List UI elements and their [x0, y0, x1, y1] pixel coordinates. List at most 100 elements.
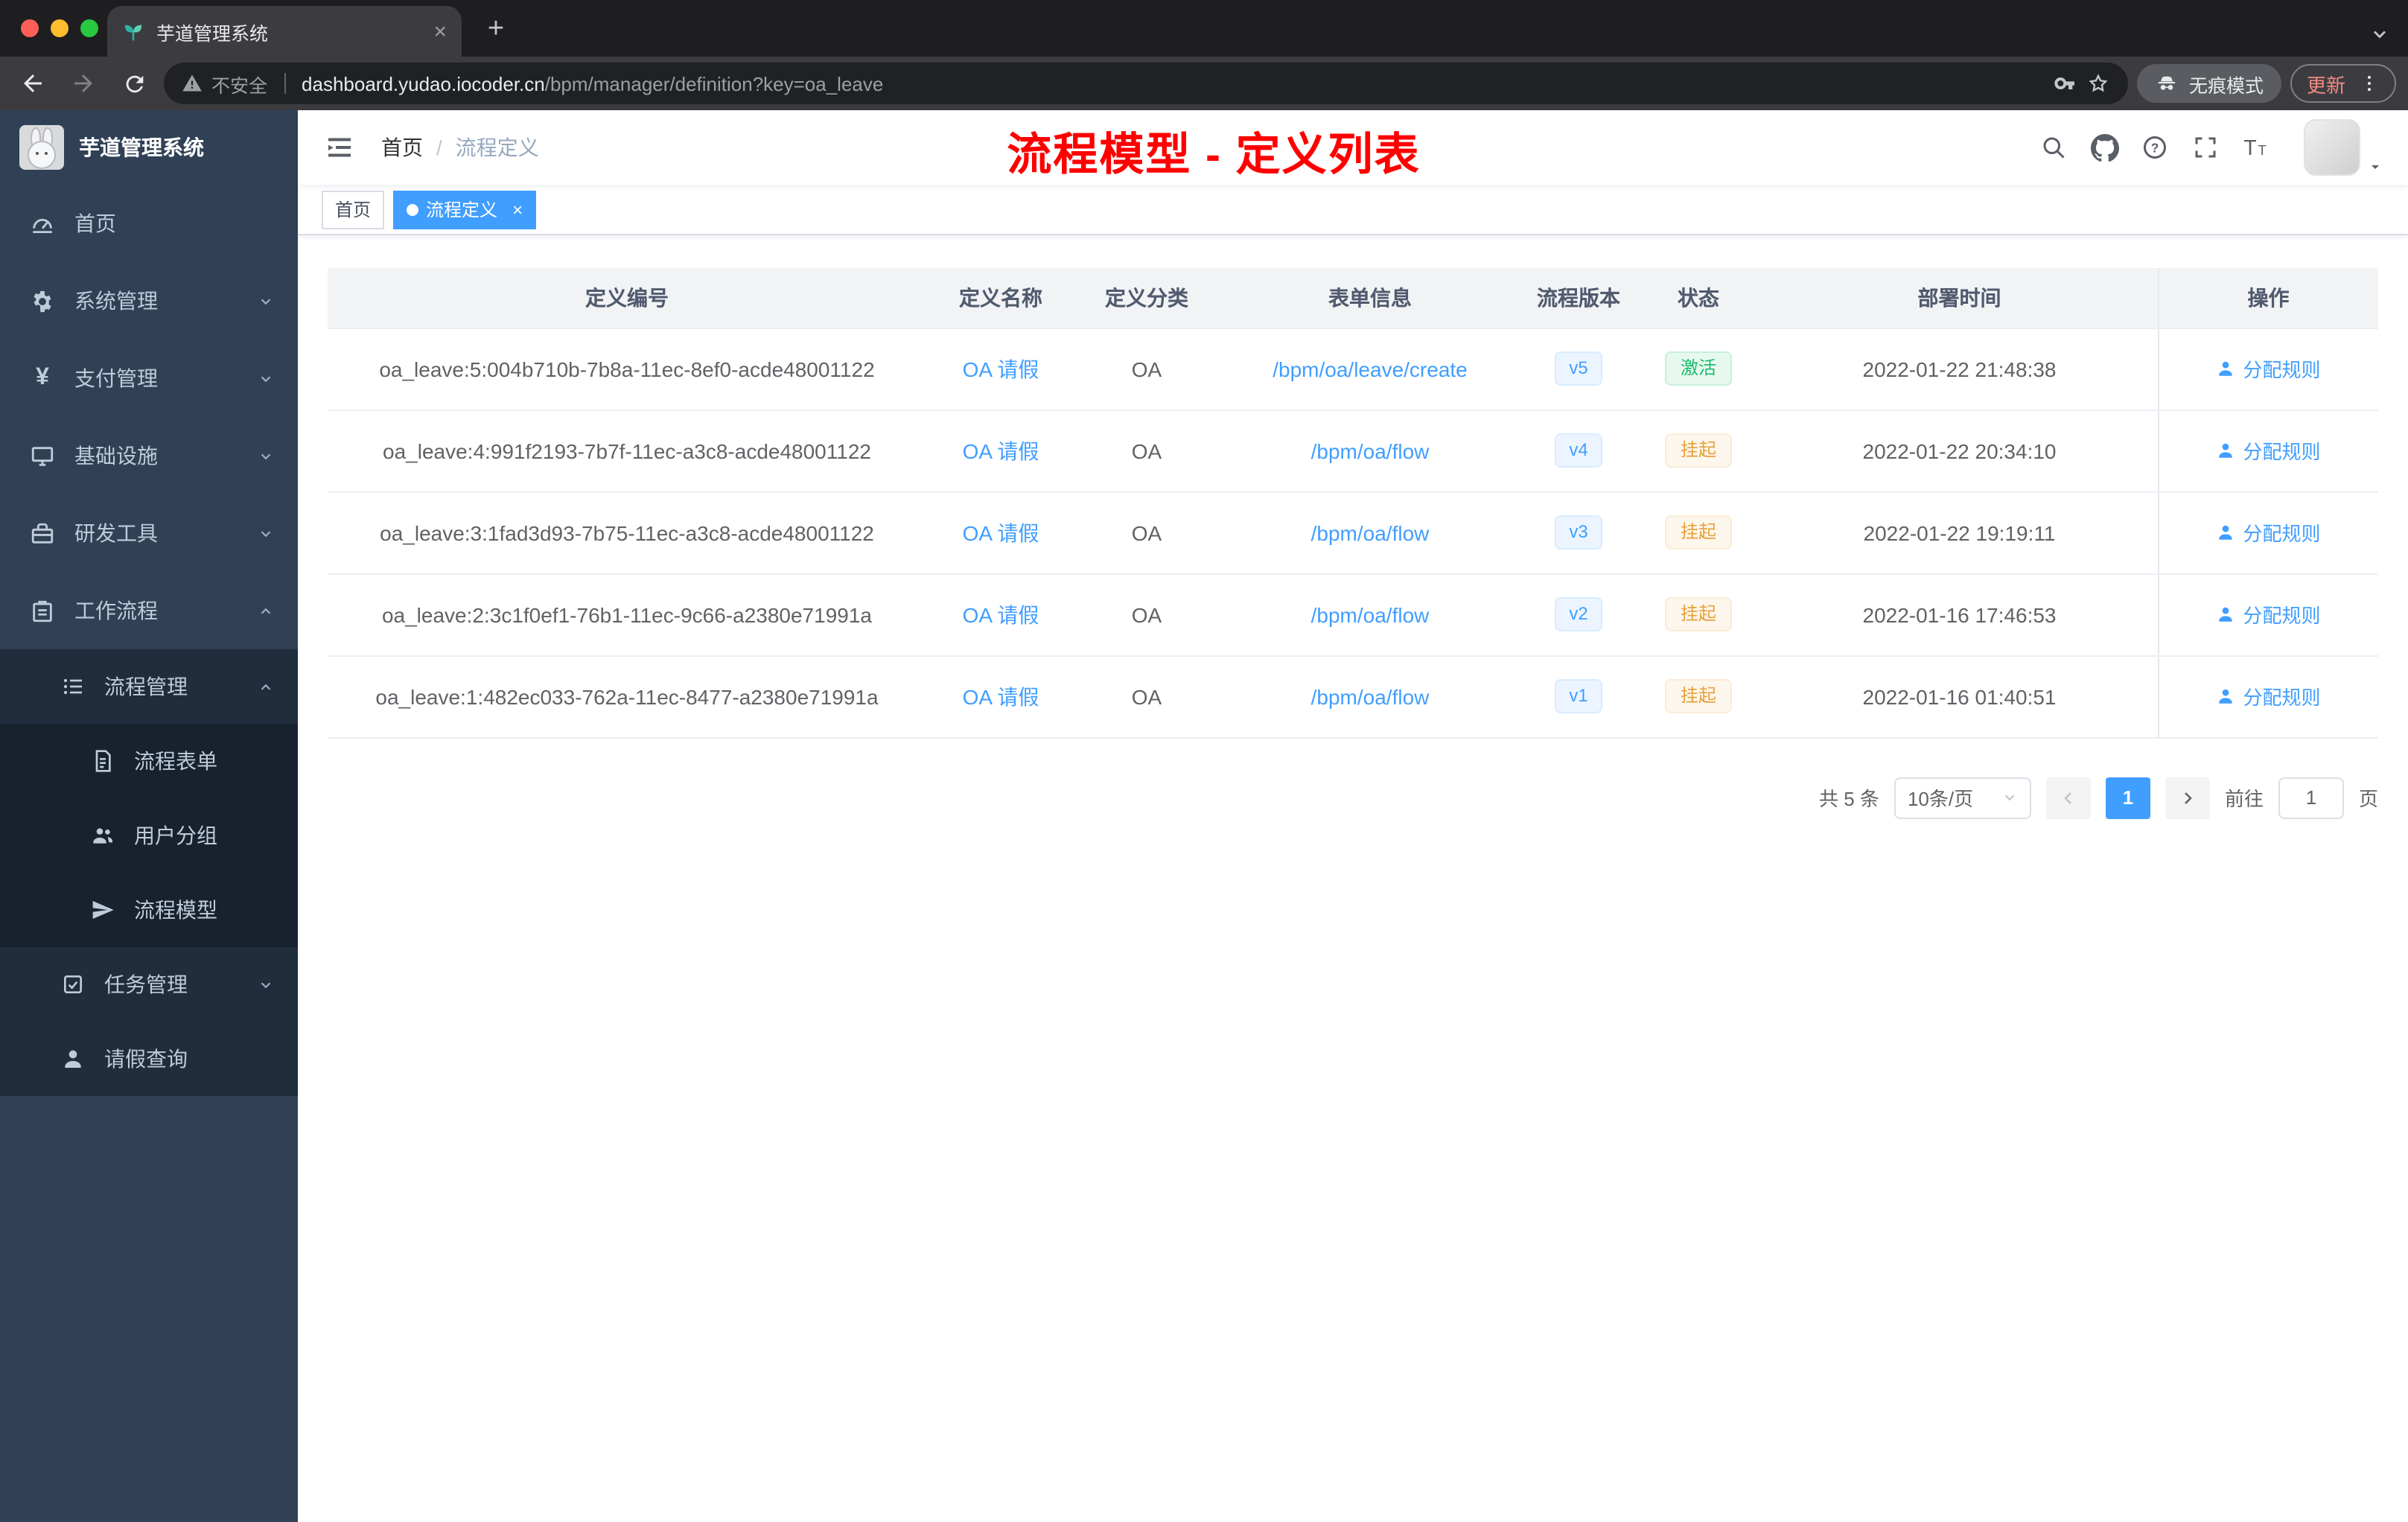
caret-down-icon[interactable] [2366, 158, 2384, 176]
col-status: 状态 [1635, 268, 1762, 328]
sidebar-item-process-form[interactable]: 流程表单 [0, 724, 298, 798]
sidebar-item-task-management[interactable]: 任务管理 [0, 947, 298, 1022]
form-info-link[interactable]: /bpm/oa/flow [1311, 520, 1430, 544]
goto-label: 前往 [2224, 788, 2264, 810]
col-definition-name: 定义名称 [926, 268, 1075, 328]
tab-search-chevron-icon[interactable] [2369, 24, 2390, 45]
tab-close-icon[interactable]: × [433, 20, 447, 42]
content-area: 定义编号 定义名称 定义分类 表单信息 流程版本 状态 部署时间 操作 oa_l [298, 235, 2408, 1522]
assign-rule-link[interactable]: 分配规则 [2216, 354, 2321, 383]
update-chip[interactable]: 更新 [2290, 64, 2396, 103]
sidebar-item-process-management[interactable]: 流程管理 [0, 649, 298, 724]
definition-category: OA [1075, 328, 1218, 410]
definition-name-link[interactable]: OA 请假 [963, 357, 1039, 380]
forward-icon[interactable] [63, 63, 104, 104]
omnibox[interactable]: 不安全 dashboard.yudao.iocoder.cn/bpm/manag… [164, 63, 2128, 104]
form-info-link[interactable]: /bpm/oa/flow [1311, 439, 1430, 462]
security-warning-icon[interactable] [182, 73, 203, 94]
chevron-down-icon [258, 525, 274, 541]
font-size-icon[interactable]: TT [2241, 133, 2271, 162]
sidebar-item-system[interactable]: 系统管理 [0, 262, 298, 340]
tag-process-definition[interactable]: 流程定义 × [393, 190, 537, 229]
definitions-table: 定义编号 定义名称 定义分类 表单信息 流程版本 状态 部署时间 操作 oa_l [328, 268, 2378, 738]
definition-name-link[interactable]: OA 请假 [963, 520, 1039, 544]
chevron-up-icon [258, 678, 274, 695]
people-icon [89, 823, 115, 848]
bookmark-star-icon[interactable] [2086, 71, 2110, 95]
col-definition-category: 定义分类 [1075, 268, 1218, 328]
breadcrumb-home[interactable]: 首页 [381, 133, 423, 162]
paper-plane-icon [89, 897, 115, 923]
active-dot [407, 203, 419, 215]
security-label[interactable]: 不安全 [211, 69, 267, 98]
definition-name-link[interactable]: OA 请假 [963, 684, 1039, 708]
tag-close-icon[interactable]: × [512, 200, 523, 218]
toolbox-icon [30, 520, 55, 546]
task-icon [60, 972, 85, 997]
svg-text:?: ? [2151, 140, 2159, 155]
user-avatar[interactable] [2304, 119, 2360, 176]
browser-menu-icon[interactable] [2359, 73, 2380, 94]
definition-name-link[interactable]: OA 请假 [963, 439, 1039, 462]
definition-category: OA [1075, 410, 1218, 492]
assign-rule-link[interactable]: 分配规则 [2216, 436, 2321, 465]
reload-icon[interactable] [113, 63, 155, 104]
sidebar-item-payment[interactable]: ¥ 支付管理 [0, 340, 298, 417]
sidebar-item-devtools[interactable]: 研发工具 [0, 494, 298, 572]
col-deploy-time: 部署时间 [1762, 268, 2158, 328]
assign-rule-link[interactable]: 分配规则 [2216, 600, 2321, 628]
hamburger-icon[interactable] [322, 130, 357, 165]
browser-tab[interactable]: 芋道管理系统 × [107, 6, 462, 57]
fullscreen-icon[interactable] [2191, 133, 2220, 162]
url-text[interactable]: dashboard.yudao.iocoder.cn/bpm/manager/d… [302, 72, 883, 95]
help-icon[interactable]: ? [2140, 133, 2170, 162]
search-icon[interactable] [2039, 133, 2068, 162]
minimize-window-button[interactable] [51, 19, 69, 37]
close-window-button[interactable] [21, 19, 39, 37]
github-icon[interactable] [2089, 133, 2119, 162]
person-icon [60, 1046, 85, 1072]
chevron-down-icon [2001, 789, 2018, 806]
tag-home[interactable]: 首页 [322, 190, 385, 229]
update-label[interactable]: 更新 [2307, 69, 2345, 98]
back-icon[interactable] [12, 63, 54, 104]
table-header-row: 定义编号 定义名称 定义分类 表单信息 流程版本 状态 部署时间 操作 [328, 268, 2378, 328]
table-row: oa_leave:5:004b710b-7b8a-11ec-8ef0-acde4… [328, 328, 2378, 410]
maximize-window-button[interactable] [80, 19, 98, 37]
definition-id: oa_leave:3:1fad3d93-7b75-11ec-a3c8-acde4… [328, 491, 926, 574]
sidebar-item-leave-query[interactable]: 请假查询 [0, 1022, 298, 1096]
current-page-button[interactable]: 1 [2105, 777, 2150, 818]
version-tag: v5 [1554, 351, 1603, 386]
next-page-button[interactable] [2165, 777, 2210, 818]
password-key-icon[interactable] [2054, 71, 2077, 95]
form-info-link[interactable]: /bpm/oa/leave/create [1273, 357, 1468, 380]
sidebar-item-home[interactable]: 首页 [0, 185, 298, 262]
definition-name-link[interactable]: OA 请假 [963, 602, 1039, 626]
page-unit-label: 页 [2358, 788, 2378, 810]
version-tag: v4 [1554, 433, 1603, 468]
sidebar-item-infrastructure[interactable]: 基础设施 [0, 417, 298, 494]
definition-id: oa_leave:1:482ec033-762a-11ec-8477-a2380… [328, 655, 926, 738]
gear-icon [30, 288, 55, 313]
sidebar-item-workflow[interactable]: 工作流程 [0, 572, 298, 649]
status-badge: 挂起 [1665, 433, 1731, 468]
sidebar-item-process-model[interactable]: 流程模型 [0, 873, 298, 947]
definition-id: oa_leave:4:991f2193-7b7f-11ec-a3c8-acde4… [328, 410, 926, 492]
version-tag: v1 [1554, 678, 1603, 714]
deploy-time: 2022-01-16 01:40:51 [1762, 655, 2158, 738]
col-definition-id: 定义编号 [328, 268, 926, 328]
goto-page-input[interactable] [2278, 777, 2344, 818]
form-info-link[interactable]: /bpm/oa/flow [1311, 602, 1430, 626]
assign-rule-link[interactable]: 分配规则 [2216, 518, 2321, 547]
page-size-select[interactable]: 10条/页 [1893, 777, 2031, 818]
sidebar-item-user-group[interactable]: 用户分组 [0, 798, 298, 873]
dashboard-icon [30, 211, 55, 236]
chevron-down-icon [258, 976, 274, 993]
list-icon [60, 674, 85, 699]
form-info-link[interactable]: /bpm/oa/flow [1311, 684, 1430, 708]
deploy-time: 2022-01-16 17:46:53 [1762, 573, 2158, 656]
assign-rule-link[interactable]: 分配规则 [2216, 682, 2321, 710]
prev-page-button[interactable] [2045, 777, 2091, 818]
new-tab-button[interactable]: + [477, 10, 515, 49]
chevron-down-icon [258, 448, 274, 464]
